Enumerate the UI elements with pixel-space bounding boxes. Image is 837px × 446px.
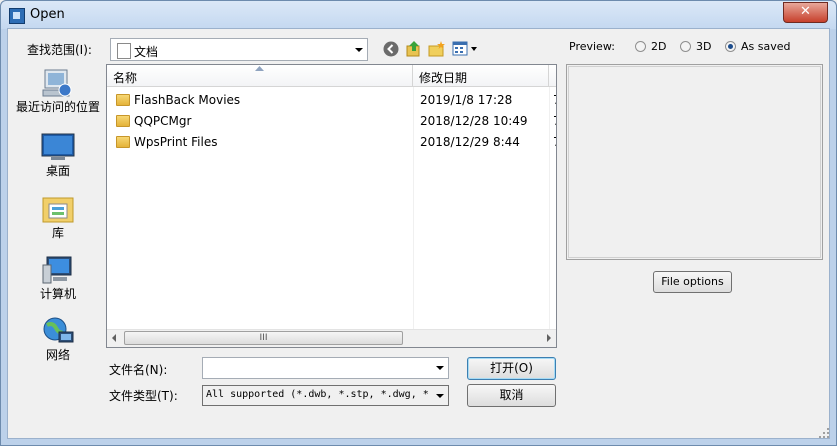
folder-icon xyxy=(116,136,130,148)
place-libraries[interactable]: 库 xyxy=(12,194,104,241)
filename-label: 文件名(N): xyxy=(109,363,168,377)
up-folder-icon[interactable] xyxy=(405,40,423,58)
folder-icon xyxy=(116,115,130,127)
horizontal-scrollbar[interactable]: III xyxy=(107,329,556,347)
radio-2d-label: 2D xyxy=(651,40,667,53)
column-header-name[interactable]: 名称 xyxy=(107,65,413,87)
lookin-combo[interactable]: 文档 xyxy=(110,38,368,61)
back-icon[interactable] xyxy=(382,40,400,58)
place-desktop[interactable]: 桌面 xyxy=(12,132,104,179)
radio-2d[interactable] xyxy=(635,41,646,52)
app-icon xyxy=(9,8,25,24)
list-item[interactable]: FlashBack Movies 2019/1/8 17:28 7 xyxy=(107,90,556,111)
open-button[interactable]: 打开(O) xyxy=(467,357,556,380)
sort-ascending-icon xyxy=(255,66,264,71)
place-label: 库 xyxy=(51,226,64,240)
window-title: Open xyxy=(30,7,65,22)
filetype-select[interactable]: All supported (*.dwb, *.stp, *.dwg, * xyxy=(202,385,449,406)
file-date: 2019/1/8 17:28 xyxy=(420,93,513,107)
file-options-button[interactable]: File options xyxy=(653,271,732,293)
column-header-type[interactable] xyxy=(549,65,556,87)
list-item[interactable]: QQPCMgr 2018/12/28 10:49 7 xyxy=(107,111,556,132)
filename-input[interactable] xyxy=(202,357,449,379)
place-computer[interactable]: 计算机 xyxy=(12,255,104,302)
desktop-icon xyxy=(41,132,75,162)
file-type-cut: 7 xyxy=(553,93,556,107)
radio-as-saved-label: As saved xyxy=(741,40,791,53)
column-date-label: 修改日期 xyxy=(419,71,468,85)
filetype-value: All supported (*.dwb, *.stp, *.dwg, * xyxy=(206,389,429,400)
view-menu-icon[interactable] xyxy=(452,40,480,58)
file-name: FlashBack Movies xyxy=(134,93,241,107)
file-date: 2018/12/28 10:49 xyxy=(420,114,528,128)
close-button[interactable]: ✕ xyxy=(783,2,828,23)
scroll-right-icon[interactable] xyxy=(547,334,551,342)
chevron-down-icon xyxy=(355,47,363,52)
list-item[interactable]: WpsPrint Files 2018/12/29 8:44 7 xyxy=(107,132,556,153)
radio-3d-label: 3D xyxy=(696,40,712,53)
filetype-label: 文件类型(T): xyxy=(109,389,178,403)
place-network[interactable]: 网络 xyxy=(12,316,104,363)
recent-places-icon xyxy=(41,68,75,98)
place-label: 网络 xyxy=(45,348,70,362)
new-folder-icon[interactable] xyxy=(428,40,446,58)
chevron-down-icon xyxy=(436,393,444,398)
preview-pane xyxy=(566,64,823,260)
file-list[interactable]: 名称 修改日期 FlashBack Movies 2019/1/8 17:28 … xyxy=(106,64,557,348)
title-bar[interactable]: Open ✕ xyxy=(1,1,836,29)
folder-icon xyxy=(116,94,130,106)
place-label: 计算机 xyxy=(39,287,76,301)
cancel-button[interactable]: 取消 xyxy=(467,384,556,407)
place-label: 桌面 xyxy=(45,164,70,178)
libraries-icon xyxy=(41,194,75,224)
radio-as-saved[interactable] xyxy=(725,41,736,52)
preview-label: Preview: xyxy=(569,40,615,53)
file-name: QQPCMgr xyxy=(134,114,192,128)
lookin-label: 查找范围(I): xyxy=(27,43,92,57)
column-header-date[interactable]: 修改日期 xyxy=(413,65,549,87)
file-name: WpsPrint Files xyxy=(134,135,218,149)
file-type-cut: 7 xyxy=(553,135,556,149)
column-name-label: 名称 xyxy=(113,71,138,85)
scroll-left-icon[interactable] xyxy=(112,334,116,342)
network-icon xyxy=(41,316,75,346)
documents-icon xyxy=(117,43,131,59)
resize-grip-icon[interactable] xyxy=(818,427,830,439)
radio-3d[interactable] xyxy=(680,41,691,52)
file-type-cut: 7 xyxy=(553,114,556,128)
lookin-value: 文档 xyxy=(134,45,159,59)
computer-icon xyxy=(41,255,75,285)
scroll-thumb[interactable]: III xyxy=(124,331,403,345)
file-date: 2018/12/29 8:44 xyxy=(420,135,520,149)
place-label: 最近访问的位置 xyxy=(15,100,100,114)
place-recent[interactable]: 最近访问的位置 xyxy=(12,68,104,115)
chevron-down-icon[interactable] xyxy=(436,366,444,370)
